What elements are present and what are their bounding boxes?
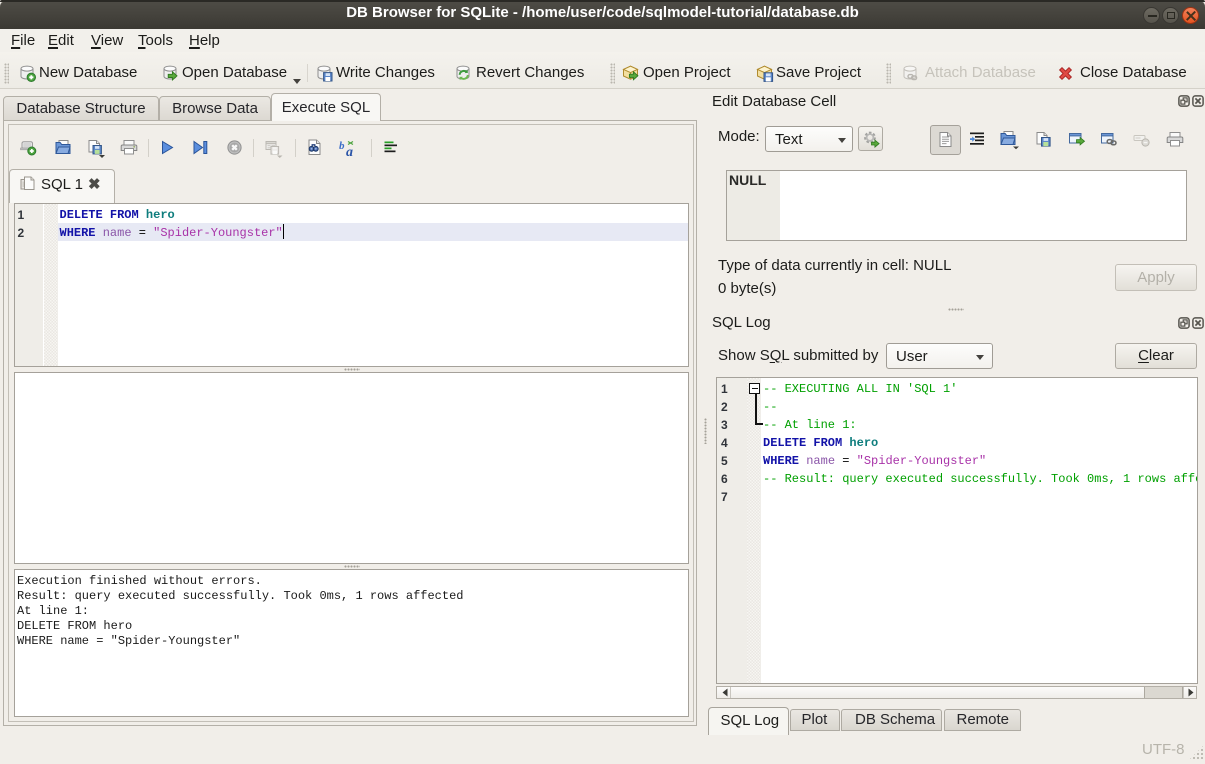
svg-text:a: a: [346, 145, 353, 157]
svg-text:b: b: [339, 140, 345, 152]
